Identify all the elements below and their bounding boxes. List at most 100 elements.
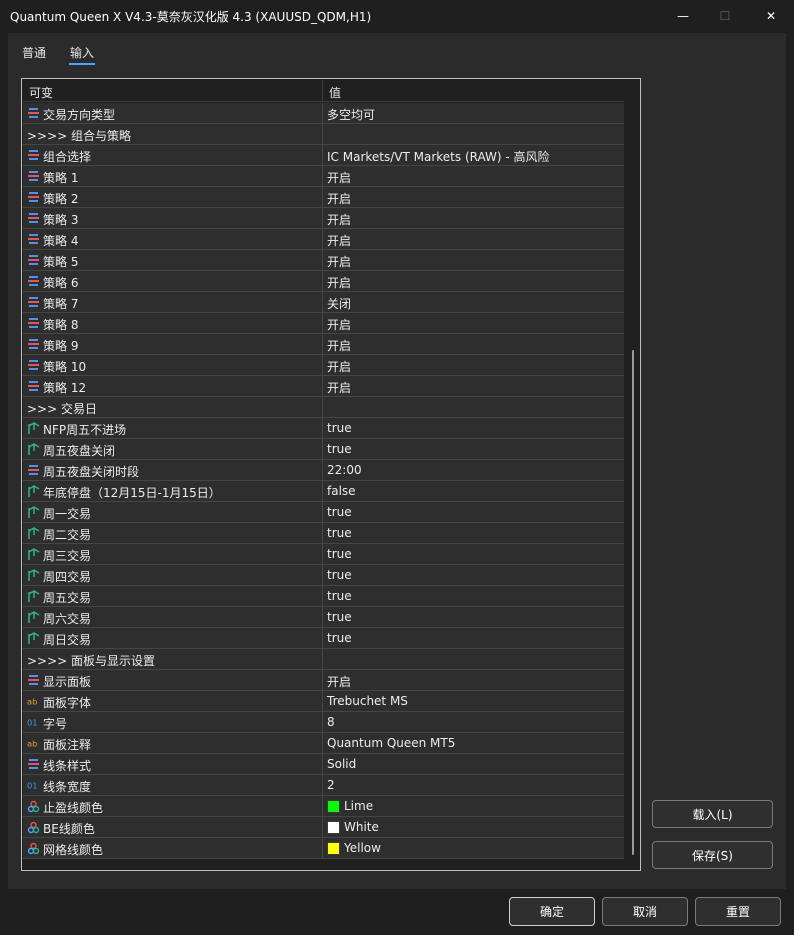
tab-inputs[interactable]: 输入 <box>70 44 94 61</box>
row-value[interactable]: Yellow <box>327 841 381 855</box>
scrollbar-thumb[interactable] <box>632 350 634 855</box>
table-row[interactable]: 策略 3 开启 <box>23 208 624 229</box>
cell-divider <box>322 817 323 838</box>
row-value[interactable]: Solid <box>327 757 356 771</box>
tab-general[interactable]: 普通 <box>22 44 46 61</box>
table-row[interactable]: 策略 4 开启 <box>23 229 624 250</box>
table-row[interactable]: 周日交易 true <box>23 628 624 649</box>
vertical-scrollbar[interactable] <box>628 80 640 869</box>
column-header-value[interactable]: 值 <box>329 84 341 101</box>
row-name: 面板注释 <box>43 738 92 752</box>
table-row[interactable]: 周四交易 true <box>23 565 624 586</box>
row-value[interactable]: 开启 <box>327 337 351 354</box>
table-row[interactable]: 策略 5 开启 <box>23 250 624 271</box>
minimize-button[interactable]: — <box>660 0 706 32</box>
column-divider[interactable] <box>322 80 323 102</box>
row-value[interactable]: IC Markets/VT Markets (RAW) - 高风险 <box>327 148 550 165</box>
table-row[interactable]: NFP周五不进场 true <box>23 418 624 439</box>
row-value[interactable]: 开启 <box>327 358 351 375</box>
row-value[interactable]: 开启 <box>327 316 351 333</box>
close-button[interactable]: ✕ <box>748 0 794 32</box>
row-value[interactable]: true <box>327 589 352 603</box>
table-row[interactable]: 周一交易 true <box>23 502 624 523</box>
row-value[interactable]: true <box>327 568 352 582</box>
group-header-row[interactable]: >>>> 面板与显示设置 <box>23 649 624 670</box>
cell-divider <box>322 229 323 250</box>
table-row[interactable]: ab 面板注释 Quantum Queen MT5 <box>23 733 624 754</box>
table-row[interactable]: 显示面板 开启 <box>23 670 624 691</box>
row-value[interactable]: true <box>327 421 352 435</box>
table-row[interactable]: 周三交易 true <box>23 544 624 565</box>
row-value[interactable]: true <box>327 547 352 561</box>
row-value[interactable]: true <box>327 631 352 645</box>
table-row[interactable]: 周五交易 true <box>23 586 624 607</box>
cell-divider <box>322 103 323 124</box>
row-name: 周五夜盘关闭时段 <box>43 465 140 479</box>
row-value[interactable]: 开启 <box>327 169 351 186</box>
table-row[interactable]: 交易方向类型 多空均可 <box>23 103 624 124</box>
table-row[interactable]: 网格线颜色 Yellow <box>23 838 624 859</box>
enum-icon <box>27 317 40 330</box>
table-row[interactable]: 策略 2 开启 <box>23 187 624 208</box>
row-value[interactable]: Lime <box>327 799 373 813</box>
column-header-variable[interactable]: 可变 <box>29 84 53 101</box>
maximize-button: ☐ <box>702 0 748 32</box>
table-row[interactable]: 周六交易 true <box>23 607 624 628</box>
table-row[interactable]: 周五夜盘关闭 true <box>23 439 624 460</box>
row-value[interactable]: 开启 <box>327 253 351 270</box>
table-row[interactable]: 策略 9 开启 <box>23 334 624 355</box>
row-value[interactable]: 开启 <box>327 673 351 690</box>
row-value[interactable]: 多空均可 <box>327 106 375 123</box>
row-value[interactable]: Quantum Queen MT5 <box>327 736 455 750</box>
row-value[interactable]: White <box>327 820 379 834</box>
table-row[interactable]: 周二交易 true <box>23 523 624 544</box>
row-value[interactable]: 开启 <box>327 190 351 207</box>
svg-text:ab: ab <box>27 697 37 707</box>
group-header-row[interactable]: >>>> 组合与策略 <box>23 124 624 145</box>
table-row[interactable]: 线条样式 Solid <box>23 754 624 775</box>
cell-divider <box>322 334 323 355</box>
table-row[interactable]: 组合选择 IC Markets/VT Markets (RAW) - 高风险 <box>23 145 624 166</box>
table-row[interactable]: 策略 8 开启 <box>23 313 624 334</box>
row-value[interactable]: 开启 <box>327 211 351 228</box>
table-row[interactable]: 策略 10 开启 <box>23 355 624 376</box>
table-row[interactable]: ab 面板字体 Trebuchet MS <box>23 691 624 712</box>
row-value[interactable]: 开启 <box>327 379 351 396</box>
row-value[interactable]: 开启 <box>327 274 351 291</box>
cancel-button[interactable]: 取消 <box>602 897 688 926</box>
ok-button[interactable]: 确定 <box>509 897 595 926</box>
table-row[interactable]: 止盈线颜色 Lime <box>23 796 624 817</box>
row-value[interactable]: 2 <box>327 778 335 792</box>
svg-text:ab: ab <box>27 739 37 749</box>
row-value[interactable]: Trebuchet MS <box>327 694 408 708</box>
table-row[interactable]: 年底停盘（12月15日-1月15日） false <box>23 481 624 502</box>
table-row[interactable]: BE线颜色 White <box>23 817 624 838</box>
row-value[interactable]: true <box>327 610 352 624</box>
title-bar[interactable]: Quantum Queen X V4.3-莫奈灰汉化版 4.3 (XAUUSD_… <box>0 0 794 32</box>
save-button[interactable]: 保存(S) <box>652 841 773 869</box>
load-button[interactable]: 载入(L) <box>652 800 773 828</box>
row-name: 策略 9 <box>43 339 79 353</box>
group-header-row[interactable]: >>> 交易日 <box>23 397 624 418</box>
row-value-text: true <box>327 568 352 582</box>
bool-icon <box>27 485 40 498</box>
table-row[interactable]: 策略 1 开启 <box>23 166 624 187</box>
row-value[interactable]: true <box>327 505 352 519</box>
row-value[interactable]: true <box>327 442 352 456</box>
row-value[interactable]: 关闭 <box>327 295 351 312</box>
table-row[interactable]: 周五夜盘关闭时段 22:00 <box>23 460 624 481</box>
row-value[interactable]: 8 <box>327 715 335 729</box>
row-value[interactable]: 开启 <box>327 232 351 249</box>
table-row[interactable]: 策略 12 开启 <box>23 376 624 397</box>
row-value[interactable]: false <box>327 484 356 498</box>
bool-icon <box>27 569 40 582</box>
row-value[interactable]: 22:00 <box>327 463 362 477</box>
table-row[interactable]: 01 字号 8 <box>23 712 624 733</box>
row-value-text: 开启 <box>327 675 352 689</box>
table-row[interactable]: 策略 7 关闭 <box>23 292 624 313</box>
reset-button[interactable]: 重置 <box>695 897 781 926</box>
table-row[interactable]: 策略 6 开启 <box>23 271 624 292</box>
inputs-table: 可变 值 交易方向类型 多空均可 >>>> 组合与策略 组合选择 IC Markets/… <box>21 78 641 871</box>
table-row[interactable]: 01 线条宽度 2 <box>23 775 624 796</box>
row-value[interactable]: true <box>327 526 352 540</box>
